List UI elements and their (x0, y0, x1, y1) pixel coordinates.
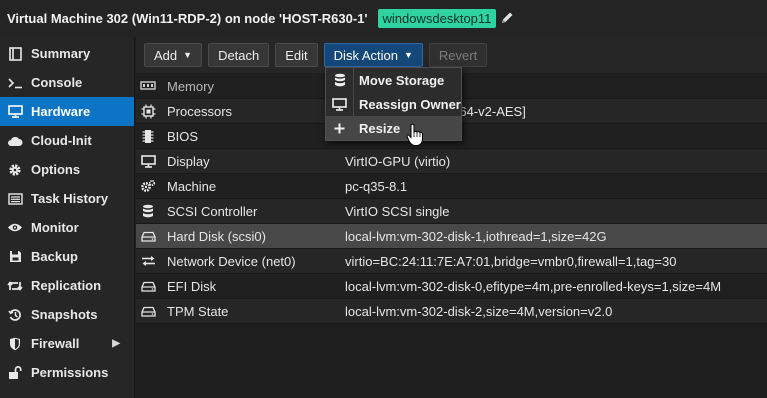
page-title: Virtual Machine 302 (Win11-RDP-2) on nod… (7, 11, 368, 26)
hdd-icon (140, 303, 156, 319)
disk-action-button[interactable]: Disk Action ▼ (323, 43, 423, 67)
vm-tag[interactable]: windowsdesktop11 (377, 9, 497, 28)
sidebar-item-permissions[interactable]: Permissions (0, 358, 134, 387)
memory-icon (140, 78, 156, 94)
exchange-icon (140, 253, 156, 269)
sidebar-item-console[interactable]: Console (0, 68, 134, 97)
cogs-icon (140, 178, 156, 194)
table-row[interactable]: SCSI Controller VirtIO SCSI single (136, 199, 767, 224)
sidebar-item-label: Snapshots (31, 307, 98, 322)
table-row[interactable]: Machine pc-q35-8.1 (136, 174, 767, 199)
row-value: VirtIO SCSI single (345, 203, 450, 219)
row-value: local-lvm:vm-302-disk-1,iothread=1,size=… (345, 228, 607, 244)
table-row[interactable]: EFI Disk local-lvm:vm-302-disk-0,efitype… (136, 274, 767, 299)
sidebar-item-backup[interactable]: Backup (0, 242, 134, 271)
chevron-down-icon: ▼ (403, 50, 413, 60)
sidebar-item-label: Backup (31, 249, 78, 264)
floppy-icon (7, 249, 23, 265)
row-name: Network Device (net0) (167, 253, 296, 269)
pencil-icon[interactable] (501, 11, 514, 27)
database-icon (140, 203, 156, 219)
disk-action-menu: Move Storage Reassign Owner Resize (325, 67, 462, 141)
plus-icon (326, 123, 353, 134)
desktop-icon (326, 97, 353, 111)
sidebar-item-hardware[interactable]: Hardware (0, 97, 134, 126)
list-icon (7, 191, 23, 207)
row-name: Processors (167, 103, 233, 119)
shield-icon (7, 336, 23, 352)
menu-item-label: Reassign Owner (359, 96, 461, 112)
row-name: Hard Disk (scsi0) (167, 228, 266, 244)
sidebar-item-options[interactable]: Options (0, 155, 134, 184)
sidebar-item-label: Summary (31, 46, 91, 61)
book-icon (7, 46, 23, 62)
sidebar-item-label: Console (31, 75, 83, 90)
row-name: TPM State (167, 303, 229, 319)
eye-icon (7, 220, 23, 236)
menu-item-move-storage[interactable]: Move Storage (326, 68, 461, 92)
revert-button[interactable]: Revert (428, 43, 488, 67)
edit-button[interactable]: Edit (275, 43, 318, 67)
row-name: EFI Disk (167, 278, 217, 294)
sidebar-item-label: Monitor (31, 220, 79, 235)
chevron-down-icon: ▼ (183, 50, 193, 60)
sidebar-item-firewall[interactable]: Firewall ▶ (0, 329, 134, 358)
title-bar: Virtual Machine 302 (Win11-RDP-2) on nod… (0, 0, 767, 37)
hdd-icon (140, 278, 156, 294)
table-row[interactable]: TPM State local-lvm:vm-302-disk-2,size=4… (136, 299, 767, 324)
monitor-icon (7, 104, 23, 120)
add-button[interactable]: Add ▼ (144, 43, 203, 67)
sidebar-item-label: Cloud-Init (31, 133, 92, 148)
hdd-icon (140, 228, 156, 244)
sidebar-item-cloud-init[interactable]: Cloud-Init (0, 126, 134, 155)
gear-icon (7, 162, 23, 178)
sidebar-item-label: Permissions (31, 365, 109, 380)
row-name: SCSI Controller (167, 203, 258, 219)
table-row[interactable]: Display VirtIO-GPU (virtio) (136, 149, 767, 174)
caret-right-icon[interactable]: ▶ (112, 338, 120, 349)
sidebar-item-task-history[interactable]: Task History (0, 184, 134, 213)
microchip-icon (140, 128, 156, 144)
detach-button[interactable]: Detach (208, 43, 270, 67)
unlock-icon (7, 365, 23, 381)
database-icon (326, 73, 353, 88)
retweet-icon (7, 278, 23, 294)
cpu-icon (140, 103, 156, 119)
table-row[interactable]: Network Device (net0) virtio=BC:24:11:7E… (136, 249, 767, 274)
cloud-icon (7, 133, 23, 149)
sidebar-item-label: Replication (31, 278, 102, 293)
row-value: local-lvm:vm-302-disk-0,efitype=4m,pre-e… (345, 278, 722, 294)
row-value: virtio=BC:24:11:7E:A7:01,bridge=vmbr0,fi… (345, 253, 677, 269)
hand-cursor-icon (406, 123, 424, 147)
row-value: VirtIO-GPU (virtio) (345, 153, 451, 169)
menu-item-resize[interactable]: Resize (326, 116, 461, 140)
sidebar-item-label: Firewall (31, 336, 80, 351)
sidebar-item-monitor[interactable]: Monitor (0, 213, 134, 242)
sidebar-item-label: Hardware (31, 104, 91, 119)
disk-action-label: Disk Action (333, 47, 398, 63)
sidebar-item-label: Options (31, 162, 81, 177)
history-icon (7, 307, 23, 323)
desktop-icon (140, 153, 156, 169)
table-row[interactable]: Hard Disk (scsi0) local-lvm:vm-302-disk-… (136, 224, 767, 249)
sidebar-item-snapshots[interactable]: Snapshots (0, 300, 134, 329)
sidebar-item-summary[interactable]: Summary (0, 39, 134, 68)
add-button-label: Add (154, 47, 178, 63)
row-name: BIOS (167, 128, 199, 144)
row-name: Machine (167, 178, 217, 194)
row-name: Memory (167, 78, 214, 94)
sidebar-item-label: Task History (31, 191, 109, 206)
menu-item-label: Resize (359, 120, 401, 136)
sidebar-item-replication[interactable]: Replication (0, 271, 134, 300)
sidebar: Summary Console Hardware Cloud-Init Opti… (0, 37, 135, 398)
menu-item-label: Move Storage (359, 72, 445, 88)
row-value: pc-q35-8.1 (345, 178, 408, 194)
row-name: Display (167, 153, 210, 169)
menu-item-reassign-owner[interactable]: Reassign Owner (326, 92, 461, 116)
row-value: local-lvm:vm-302-disk-2,size=4M,version=… (345, 303, 613, 319)
terminal-icon (7, 75, 23, 91)
